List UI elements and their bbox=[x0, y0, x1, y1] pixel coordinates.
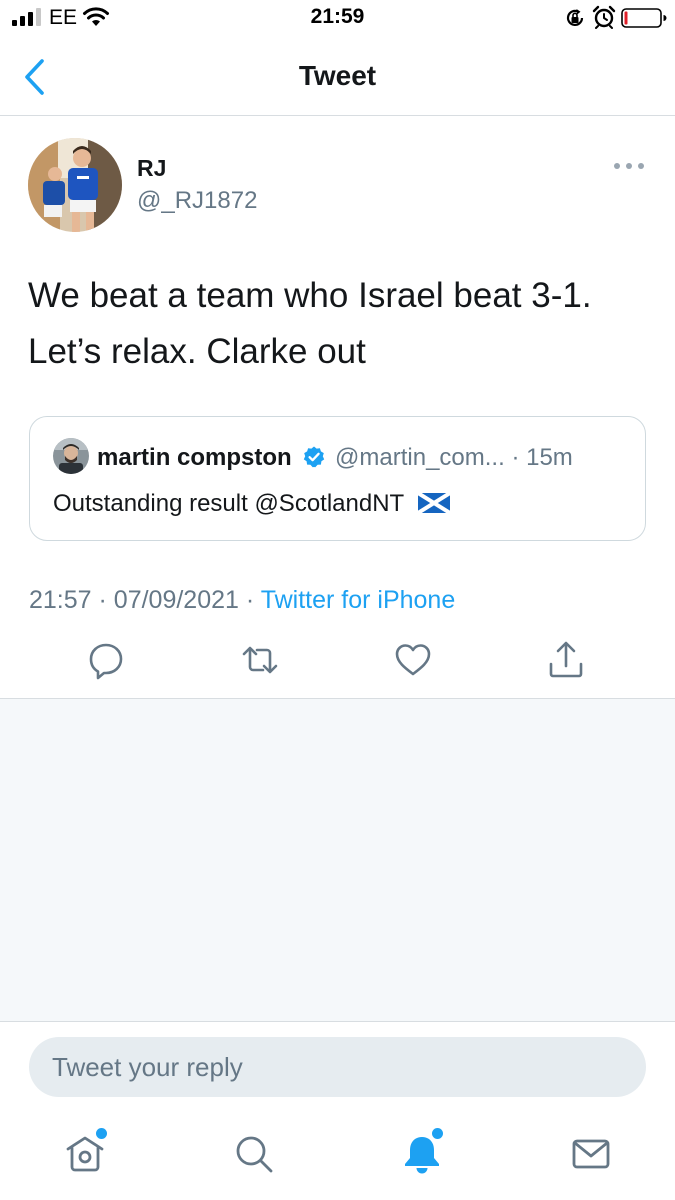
search-icon bbox=[236, 1136, 273, 1173]
replies-area bbox=[0, 699, 675, 1021]
divider bbox=[0, 1021, 675, 1022]
quoted-author-name: martin compston bbox=[97, 444, 292, 471]
share-button[interactable] bbox=[546, 640, 586, 680]
tweet-meta: 21:57 · 07/09/2021 · Twitter for iPhone bbox=[29, 582, 455, 618]
quoted-tweet-time: · 15m bbox=[511, 444, 573, 471]
more-options-icon[interactable] bbox=[612, 158, 646, 174]
retweet-icon bbox=[242, 646, 278, 674]
alarm-icon bbox=[592, 5, 616, 29]
tab-bar bbox=[0, 1112, 675, 1200]
like-icon bbox=[395, 644, 431, 676]
battery-icon bbox=[621, 8, 667, 28]
like-button[interactable] bbox=[393, 640, 433, 680]
tweet-text-line: We beat a team who Israel beat 3-1. bbox=[28, 276, 592, 315]
notification-dot bbox=[432, 1128, 443, 1139]
quoted-author-handle: @martin_com... bbox=[335, 444, 505, 471]
meta-separator: · bbox=[245, 586, 255, 614]
reply-placeholder: Tweet your reply bbox=[52, 1052, 243, 1082]
tweet-text: We beat a team who Israel beat 3-1. Let’… bbox=[28, 268, 648, 380]
tweet-source-link[interactable]: Twitter for iPhone bbox=[261, 586, 456, 614]
quoted-author-avatar bbox=[53, 438, 89, 474]
tweet-time: 21:57 bbox=[29, 586, 92, 614]
tab-messages[interactable] bbox=[569, 1132, 613, 1176]
reply-input[interactable]: Tweet your reply bbox=[29, 1037, 646, 1097]
reply-icon bbox=[89, 643, 123, 680]
meta-separator: · bbox=[98, 586, 107, 614]
author-handle[interactable]: @_RJ1872 bbox=[137, 187, 257, 215]
reply-button[interactable] bbox=[86, 640, 126, 680]
retweet-button[interactable] bbox=[240, 640, 280, 680]
scotland-flag-icon bbox=[418, 493, 451, 513]
notification-dot bbox=[96, 1128, 107, 1139]
author-avatar[interactable] bbox=[28, 138, 122, 232]
messages-icon bbox=[572, 1139, 610, 1169]
quoted-tweet-header: martin compston @martin_com... · 15m bbox=[97, 441, 573, 475]
nav-bar: Tweet bbox=[0, 38, 675, 116]
share-icon bbox=[549, 641, 583, 678]
quoted-tweet-card[interactable]: martin compston @martin_com... · 15m Out… bbox=[29, 416, 646, 541]
verified-badge-icon bbox=[304, 446, 325, 468]
quoted-tweet-text-content: Outstanding result @ScotlandNT bbox=[53, 490, 404, 517]
quoted-tweet-text: Outstanding result @ScotlandNT bbox=[53, 487, 451, 521]
tab-notifications[interactable] bbox=[400, 1128, 444, 1176]
tab-search[interactable] bbox=[232, 1132, 276, 1176]
page-title: Tweet bbox=[298, 60, 377, 91]
tweet-text-line: Let’s relax. Clarke out bbox=[28, 332, 366, 371]
tweet-date: 07/09/2021 bbox=[113, 586, 239, 614]
author-name[interactable]: RJ bbox=[137, 155, 166, 182]
status-bar: EE 21:59 bbox=[0, 0, 675, 38]
tab-home[interactable] bbox=[63, 1128, 107, 1176]
orientation-lock-icon bbox=[566, 9, 584, 27]
tweet-actions bbox=[0, 640, 675, 686]
